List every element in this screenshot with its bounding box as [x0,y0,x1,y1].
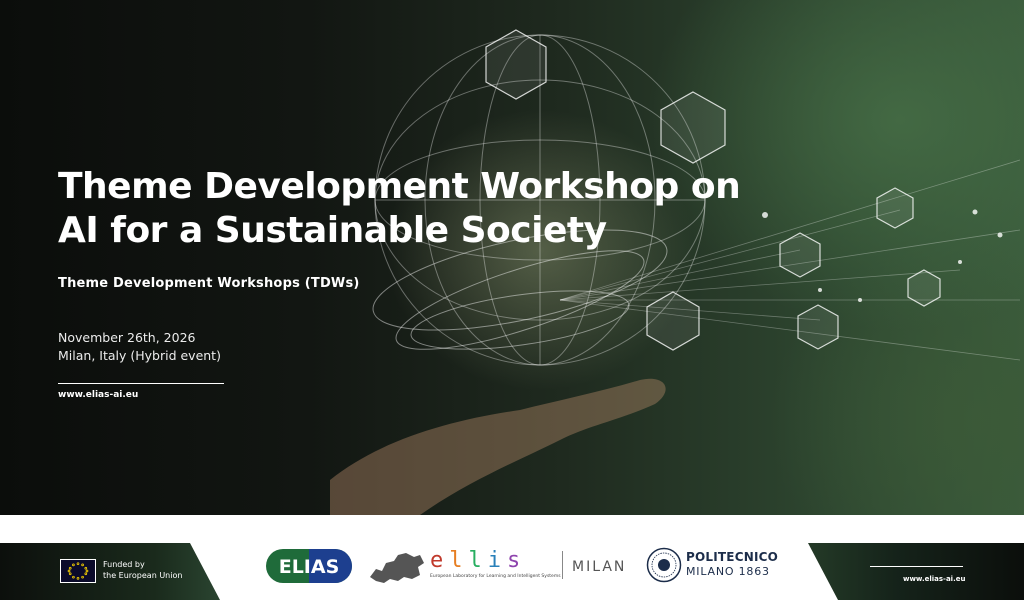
electric-car-icon [779,232,821,278]
logo-separator [562,551,563,579]
event-series-subtitle: Theme Development Workshops (TDWs) [58,276,360,291]
footer-divider [870,566,963,567]
eu-line-2: the European Union [103,571,183,580]
eu-line-1: Funded by [103,560,145,569]
website-link[interactable]: www.elias-ai.eu [58,390,138,400]
polimi-name: POLITECNICO [686,550,779,564]
footer-right-panel [808,543,1024,600]
ellis-logo: ellis [430,548,527,573]
europe-map-icon [370,553,424,583]
eu-flag-icon [60,559,96,583]
svg-text:ELIAS: ELIAS [279,556,340,578]
recycle-icon [797,304,839,350]
event-location: Milan, Italy (Hybrid event) [58,348,221,363]
footer: Funded by the European Union ELIAS ellis… [0,515,1024,600]
growth-chart-icon [646,291,700,351]
event-date: November 26th, 2026 [58,330,196,345]
wind-turbine-icon [660,91,726,164]
polimi-seal-icon [646,547,682,583]
ellis-tagline: European Laboratory for Learning and Int… [430,574,561,579]
hand-icon [330,378,666,515]
title-line-1: Theme Development Workshop on [58,166,741,207]
ellis-unit-label: MILAN [572,559,627,575]
hero-illustration [330,29,1021,515]
eu-funding-label: Funded by the European Union [103,559,203,581]
page-title: Theme Development Workshop on AI for a S… [58,165,778,253]
hero-banner: Theme Development Workshop on AI for a S… [0,0,1024,515]
network-icon [907,269,941,307]
divider [58,383,224,384]
elias-logo: ELIAS [266,549,352,583]
solar-panel-icon [485,29,547,100]
title-line-2: AI for a Sustainable Society [58,210,607,251]
polimi-city: MILANO 1863 [686,565,770,578]
footer-website-link[interactable]: www.elias-ai.eu [903,575,965,583]
